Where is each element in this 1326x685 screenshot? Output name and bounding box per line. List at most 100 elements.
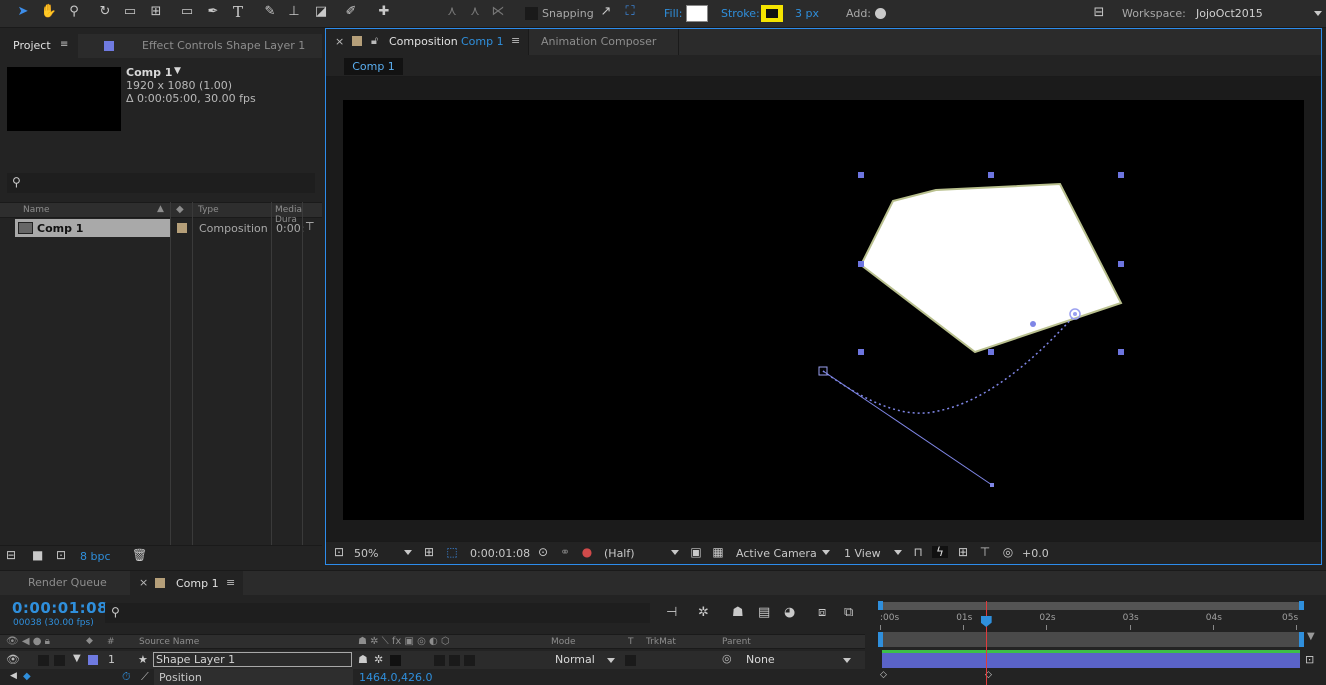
fx-switch[interactable] — [434, 655, 445, 666]
comp-flowchart-icon[interactable]: ⊤ — [977, 546, 993, 558]
keyframe-start-icon[interactable]: ◇ — [880, 670, 887, 680]
tab-effect-controls[interactable]: Effect Controls Shape Layer 1 — [142, 34, 305, 58]
solo-toggle[interactable] — [38, 655, 49, 666]
view-chevron-icon[interactable] — [894, 550, 902, 555]
layer-row[interactable]: 👁︎ ▼ 1 ★ Shape Layer 1 ☗ ✲ Normal ◎ None — [0, 651, 865, 669]
stroke-color-swatch[interactable] — [761, 5, 783, 22]
item-label-color[interactable] — [177, 223, 187, 233]
lock-icon[interactable]: 🔓︎ — [371, 34, 378, 48]
selection-tool-icon[interactable]: ➤ — [14, 5, 32, 18]
bezier-handle-end[interactable] — [990, 483, 994, 487]
new-folder-icon[interactable]: ■ — [32, 549, 43, 561]
bit-depth-button[interactable]: 8 bpc — [80, 550, 111, 563]
column-parent[interactable]: Parent — [722, 637, 751, 647]
roto-brush-tool-icon[interactable]: ✐ — [342, 5, 360, 18]
resolution-chevron-icon[interactable] — [671, 550, 679, 555]
snapshot-icon[interactable]: ⊙ — [535, 546, 551, 558]
column-source-name[interactable]: Source Name — [139, 637, 199, 647]
preserve-transparency-toggle[interactable] — [625, 655, 636, 666]
snap-edge-icon[interactable]: ↗ — [597, 5, 615, 18]
eraser-tool-icon[interactable]: ◪ — [312, 5, 330, 18]
tab-render-queue[interactable]: Render Queue — [28, 571, 107, 595]
tab-project[interactable]: Project — [13, 34, 51, 58]
project-item-name[interactable]: Comp 1 — [37, 222, 83, 235]
property-value[interactable]: 1464.0,426.0 — [359, 671, 432, 684]
work-area-end[interactable] — [1299, 601, 1304, 610]
parent-pickwhip-icon[interactable]: ◎ — [722, 652, 732, 665]
trash-icon[interactable]: 🗑 — [132, 549, 147, 561]
grid-guides-icon[interactable]: ⊞ — [421, 546, 437, 558]
rotate-tool-icon[interactable]: ↻ — [96, 5, 114, 18]
timeline-current-time[interactable]: 0:00:01:08 — [12, 599, 108, 617]
shy-layers-icon[interactable]: ☗ — [732, 606, 744, 619]
expand-layer-icon[interactable]: ▼ — [73, 653, 81, 664]
region-of-interest-icon[interactable]: ▣ — [688, 546, 704, 558]
view-layout-dropdown[interactable]: 1 View — [844, 547, 881, 560]
axis-view-icon[interactable]: ⋉ — [489, 5, 507, 18]
graph-editor-icon[interactable]: ⧈ — [818, 606, 826, 619]
comp-button-icon[interactable]: ⊡ — [1305, 653, 1314, 666]
snapping-checkbox[interactable] — [525, 7, 538, 20]
brush-tool-icon[interactable]: ✎ — [261, 5, 279, 18]
layer-label-color[interactable] — [88, 655, 98, 665]
clone-stamp-tool-icon[interactable]: ⊥ — [285, 5, 303, 18]
column-type[interactable]: Type — [198, 205, 219, 215]
add-menu-button[interactable] — [875, 8, 886, 19]
camera-dropdown[interactable]: Active Camera — [736, 547, 817, 560]
stroke-width-value[interactable]: 3 px — [795, 7, 819, 20]
axis-local-icon[interactable]: ⋏ — [443, 5, 461, 18]
timeline-toggle-icon[interactable]: ⊞ — [955, 546, 971, 558]
brainstorm-icon[interactable]: ⧉ — [844, 606, 853, 619]
parent-dropdown[interactable]: None — [746, 653, 775, 666]
close-tab-icon[interactable]: × — [139, 576, 148, 589]
always-preview-icon[interactable]: ⊡ — [331, 546, 347, 558]
type-tool-icon[interactable]: T — [229, 5, 247, 20]
transparency-grid-icon[interactable]: ▦ — [710, 546, 726, 558]
timeline-menu-icon[interactable]: ≡ — [226, 576, 235, 589]
stopwatch-icon[interactable]: ⏱︎ — [122, 670, 131, 684]
blend-mode-dropdown[interactable]: Normal — [555, 653, 595, 666]
layer-duration-bar[interactable] — [882, 650, 1300, 668]
sort-up-icon[interactable]: ▲ — [157, 204, 164, 214]
zoom-tool-icon[interactable]: ⚲ — [65, 5, 83, 18]
rectangle-tool-icon[interactable]: ▭ — [178, 5, 196, 18]
stroke-label[interactable]: Stroke: — [721, 7, 760, 20]
graph-icon[interactable]: ⟋ — [141, 670, 149, 684]
work-area-start[interactable] — [878, 601, 883, 610]
tab-composition[interactable]: × 🔓︎ Composition Comp 1 ≡ — [326, 29, 529, 55]
column-name[interactable]: Name — [23, 205, 50, 215]
axis-world-icon[interactable]: ⋏ — [466, 5, 484, 18]
lock-toggle[interactable] — [54, 655, 65, 666]
composition-viewer[interactable] — [343, 100, 1304, 520]
quality-switch[interactable] — [390, 655, 401, 666]
current-time-indicator[interactable] — [985, 601, 987, 685]
workspace-chevron-icon[interactable] — [1314, 11, 1322, 16]
column-number[interactable]: # — [107, 637, 115, 647]
pen-tool-icon[interactable]: ✒ — [204, 5, 222, 18]
close-tab-icon[interactable]: × — [335, 35, 344, 48]
zoom-chevron-icon[interactable] — [404, 550, 412, 555]
hand-tool-icon[interactable]: ✋ — [40, 5, 58, 18]
timeline-search-input[interactable]: ⚲ — [105, 603, 650, 623]
workspace-dropdown[interactable]: JojoOct2015 — [1196, 7, 1263, 20]
fill-label[interactable]: Fill: — [664, 7, 682, 20]
puppet-pin-tool-icon[interactable]: ✚ — [375, 5, 393, 18]
camera-tool-icon[interactable]: ▭ — [121, 5, 139, 18]
column-t[interactable]: T — [628, 637, 634, 647]
new-composition-icon[interactable]: ⊡ — [56, 549, 66, 561]
current-time-display[interactable]: 0:00:01:08 — [470, 547, 530, 560]
draft-3d-icon[interactable]: ✲ — [698, 606, 709, 619]
zoom-out-icon[interactable]: ▼ — [1307, 631, 1315, 642]
project-item-row[interactable]: Comp 1 Composition 0:00: ⊤ — [0, 219, 322, 237]
camera-chevron-icon[interactable] — [822, 550, 830, 555]
position-property-row[interactable]: ◀ ◆ ⏱︎ ⟋ Position 1464.0,426.0 — [0, 669, 865, 685]
frame-blending-icon[interactable]: ▤ — [758, 606, 770, 619]
parent-chevron-icon[interactable] — [843, 658, 851, 663]
tab-timeline-comp[interactable]: × Comp 1 ≡ — [130, 571, 243, 595]
breadcrumb-comp[interactable]: Comp 1 — [344, 58, 403, 75]
channel-rgb-icon[interactable]: ● — [579, 546, 595, 558]
exposure-value[interactable]: +0.0 — [1022, 547, 1049, 560]
toggle-pixel-aspect-icon[interactable]: ⊓ — [910, 546, 926, 558]
project-menu-icon[interactable]: ≡ — [60, 40, 68, 50]
timeline-ruler-area[interactable]: :00s 01s 02s 03s 04s 05s ◇ ◇ — [878, 601, 1304, 685]
